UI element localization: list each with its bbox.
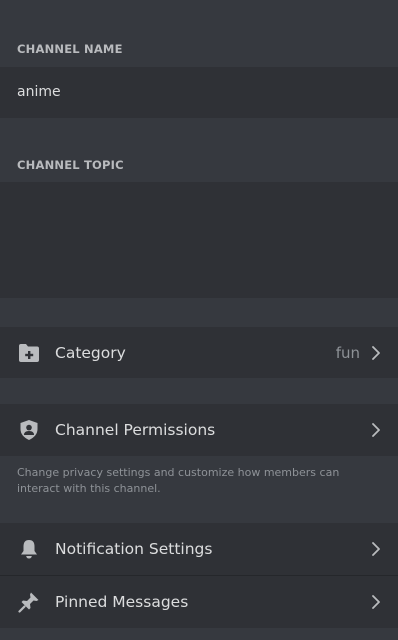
category-row[interactable]: Category fun <box>0 327 398 378</box>
channel-name-label: CHANNEL NAME <box>17 42 123 56</box>
notification-settings-row[interactable]: Notification Settings <box>0 523 398 575</box>
chevron-right-icon <box>370 422 382 438</box>
notification-settings-label: Notification Settings <box>55 540 213 558</box>
channel-name-value: anime <box>17 84 61 100</box>
channel-permissions-row[interactable]: Channel Permissions <box>0 404 398 456</box>
channel-topic-field[interactable] <box>0 182 398 298</box>
pin-icon <box>17 590 41 614</box>
pinned-messages-row[interactable]: Pinned Messages <box>0 576 398 628</box>
chevron-right-icon <box>370 541 382 557</box>
shield-user-icon <box>17 418 41 442</box>
channel-permissions-label: Channel Permissions <box>55 421 216 439</box>
category-label: Category <box>55 343 126 362</box>
chevron-right-icon <box>370 345 382 361</box>
channel-name-field[interactable]: anime <box>0 67 398 118</box>
permissions-hint: Change privacy settings and customize ho… <box>17 466 340 495</box>
channel-topic-label: CHANNEL TOPIC <box>17 158 124 172</box>
category-value: fun <box>335 343 360 362</box>
chevron-right-icon <box>370 594 382 610</box>
pinned-messages-label: Pinned Messages <box>55 593 189 611</box>
bell-icon <box>17 537 41 561</box>
folder-plus-icon <box>17 341 41 365</box>
